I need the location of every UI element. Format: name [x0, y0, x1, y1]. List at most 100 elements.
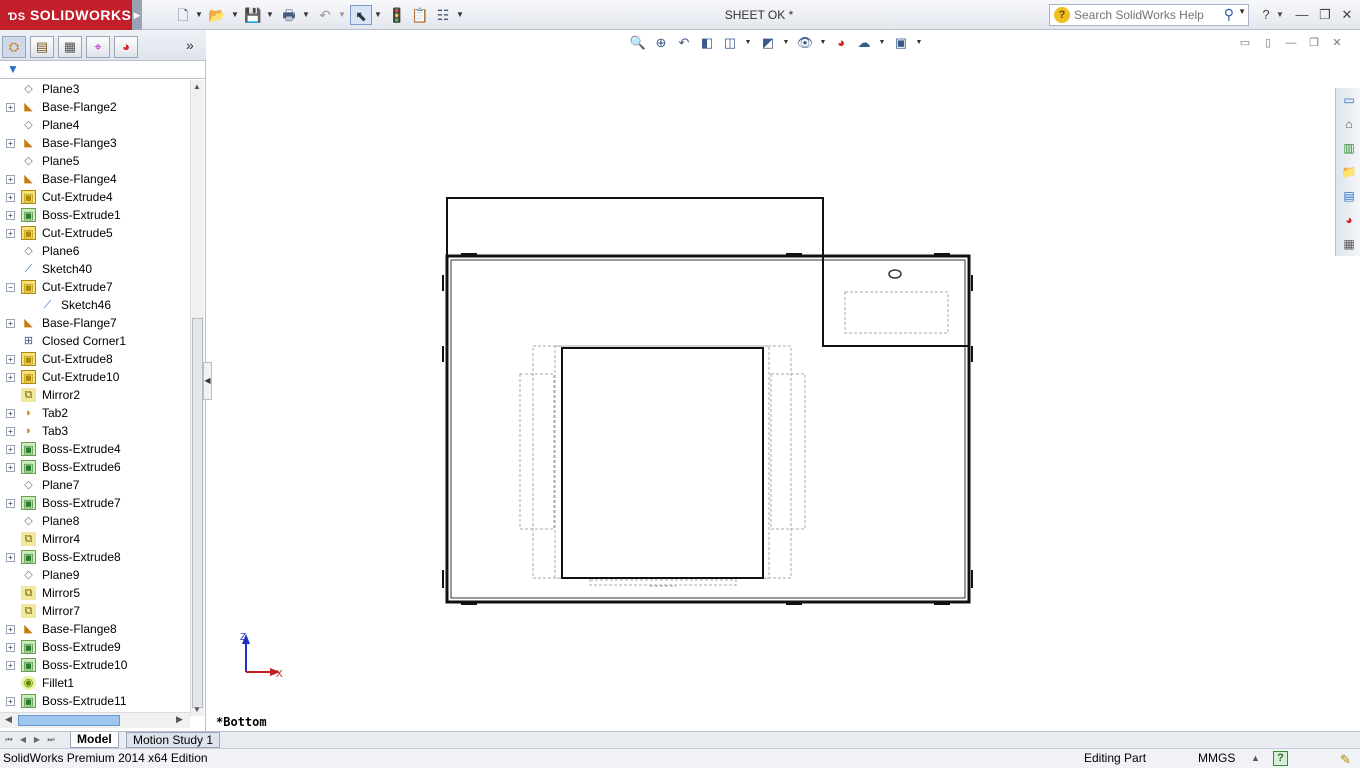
- tree-item[interactable]: + ▣ Cut-Extrude8: [0, 350, 190, 368]
- tree-item[interactable]: + ◗ Tab2: [0, 404, 190, 422]
- viewport-split-single-icon[interactable]: ▭: [1236, 35, 1254, 51]
- viewport-minimize-icon[interactable]: —: [1282, 35, 1300, 51]
- propertymanager-icon[interactable]: ▤: [30, 36, 54, 58]
- display-style-icon[interactable]: ◩: [758, 34, 778, 52]
- close-icon[interactable]: ✕: [1337, 5, 1357, 25]
- dimxpertmanager-icon[interactable]: ⌖: [86, 36, 110, 58]
- tab-motion-study[interactable]: Motion Study 1: [126, 732, 221, 748]
- filter-bar[interactable]: ▼: [0, 61, 206, 79]
- apply-scene-icon[interactable]: ☁: [854, 34, 874, 52]
- status-units[interactable]: MMGS: [1198, 749, 1235, 768]
- hide-show-dropdown-icon[interactable]: ▼: [819, 34, 827, 52]
- custom-properties-icon[interactable]: ◕: [1339, 210, 1359, 230]
- expand-icon[interactable]: +: [6, 643, 15, 652]
- more-tabs-icon[interactable]: »: [186, 37, 194, 53]
- tree-item[interactable]: ◇ Plane9: [0, 566, 190, 584]
- view-orientation-dropdown-icon[interactable]: ▼: [744, 34, 752, 52]
- scroll-right-arrow-icon[interactable]: ▶: [176, 714, 183, 725]
- viewport-restore-icon[interactable]: ❐: [1305, 35, 1323, 51]
- tree-item[interactable]: ⟋ Sketch40: [0, 260, 190, 278]
- configurationmanager-icon[interactable]: ▦: [58, 36, 82, 58]
- tree-item[interactable]: ◇ Plane6: [0, 242, 190, 260]
- tree-item[interactable]: ⧉ Mirror5: [0, 584, 190, 602]
- expand-icon[interactable]: +: [6, 553, 15, 562]
- expand-icon[interactable]: +: [6, 229, 15, 238]
- tree-item[interactable]: + ▣ Cut-Extrude4: [0, 188, 190, 206]
- view-orientation-icon[interactable]: ◫: [720, 34, 740, 52]
- horizontal-scrollbar[interactable]: ◀ ▶: [0, 712, 190, 728]
- tree-item[interactable]: + ◗ Tab3: [0, 422, 190, 440]
- tree-item[interactable]: ⊞ Closed Corner1: [0, 332, 190, 350]
- quick-tips-help-icon[interactable]: ?: [1273, 751, 1288, 766]
- expand-icon[interactable]: +: [6, 373, 15, 382]
- solidworks-resources-icon[interactable]: ▭: [1339, 90, 1359, 110]
- tree-item[interactable]: + ◣ Base-Flange7: [0, 314, 190, 332]
- edit-appearance-icon[interactable]: ◕: [831, 34, 851, 52]
- search-box[interactable]: ? ⚲ ▼: [1049, 4, 1249, 26]
- expand-icon[interactable]: +: [6, 211, 15, 220]
- viewport-close-icon[interactable]: ✕: [1328, 35, 1346, 51]
- scroll-up-arrow-icon[interactable]: ▲: [193, 82, 201, 91]
- expand-icon[interactable]: +: [6, 661, 15, 670]
- vertical-scroll-thumb[interactable]: [192, 318, 203, 708]
- scroll-down-arrow-icon[interactable]: ▼: [193, 705, 201, 714]
- tree-item[interactable]: + ▣ Boss-Extrude11: [0, 692, 190, 710]
- search-dropdown-arrow-icon[interactable]: ▼: [1238, 7, 1246, 16]
- filter-icon[interactable]: ▼: [7, 62, 19, 76]
- apply-scene-dropdown-icon[interactable]: ▼: [878, 34, 886, 52]
- zoom-to-area-icon[interactable]: ⊕: [651, 34, 671, 52]
- display-style-dropdown-icon[interactable]: ▼: [782, 34, 790, 52]
- expand-icon[interactable]: +: [6, 139, 15, 148]
- expand-icon[interactable]: +: [6, 427, 15, 436]
- scroll-left-arrow-icon[interactable]: ◀: [5, 714, 12, 725]
- section-view-icon[interactable]: ◧: [697, 34, 717, 52]
- minimize-icon[interactable]: —: [1292, 5, 1312, 25]
- tree-item[interactable]: + ▣ Boss-Extrude4: [0, 440, 190, 458]
- view-palette-icon[interactable]: 📁: [1339, 162, 1359, 182]
- tree-item[interactable]: + ◣ Base-Flange8: [0, 620, 190, 638]
- zoom-to-fit-icon[interactable]: 🔍: [628, 34, 648, 52]
- tree-item[interactable]: + ▣ Boss-Extrude1: [0, 206, 190, 224]
- tree-item[interactable]: ◉ Fillet1: [0, 674, 190, 692]
- horizontal-scroll-thumb[interactable]: [18, 715, 120, 726]
- expand-icon[interactable]: +: [6, 625, 15, 634]
- tree-item[interactable]: + ▣ Cut-Extrude5: [0, 224, 190, 242]
- expand-icon[interactable]: +: [6, 175, 15, 184]
- next-tab-arrow-icon[interactable]: ▶: [31, 734, 43, 746]
- prev-tab-arrow-icon[interactable]: ◀: [17, 734, 29, 746]
- hide-show-items-icon[interactable]: 👁: [795, 34, 815, 52]
- tree-item[interactable]: ◇ Plane8: [0, 512, 190, 530]
- displaymanager-icon[interactable]: ◕: [114, 36, 138, 58]
- tree-item[interactable]: + ▣ Boss-Extrude6: [0, 458, 190, 476]
- featuremanager-tree-icon[interactable]: ⛭: [2, 36, 26, 58]
- tree-item[interactable]: ◇ Plane4: [0, 116, 190, 134]
- tree-item[interactable]: ⧉ Mirror2: [0, 386, 190, 404]
- expand-icon[interactable]: +: [6, 193, 15, 202]
- tab-model[interactable]: Model: [70, 732, 119, 748]
- model-graphics-area[interactable]: [206, 60, 1334, 640]
- tree-item[interactable]: + ▣ Cut-Extrude10: [0, 368, 190, 386]
- rebuild-status-icon[interactable]: ✎: [1340, 750, 1351, 768]
- appearances-icon[interactable]: ▤: [1339, 186, 1359, 206]
- tree-item[interactable]: + ◣ Base-Flange2: [0, 98, 190, 116]
- tree-item[interactable]: + ▣ Boss-Extrude9: [0, 638, 190, 656]
- expand-icon[interactable]: +: [6, 319, 15, 328]
- expand-icon[interactable]: +: [6, 355, 15, 364]
- help-dropdown-arrow-icon[interactable]: ▼: [1274, 5, 1286, 25]
- file-explorer-icon[interactable]: ▥: [1339, 138, 1359, 158]
- view-settings-dropdown-icon[interactable]: ▼: [915, 34, 923, 52]
- restore-icon[interactable]: ❐: [1315, 5, 1335, 25]
- last-tab-arrow-icon[interactable]: ⏭: [45, 734, 57, 746]
- tree-item[interactable]: ⟋ Sketch46: [0, 296, 190, 314]
- design-library-icon[interactable]: ⌂: [1339, 114, 1359, 134]
- tree-item[interactable]: + ▣ Boss-Extrude10: [0, 656, 190, 674]
- search-input[interactable]: [1074, 7, 1224, 23]
- tree-item[interactable]: ⧉ Mirror7: [0, 602, 190, 620]
- vertical-scrollbar[interactable]: ▲ ▼: [190, 80, 204, 716]
- tree-item[interactable]: + ◣ Base-Flange4: [0, 170, 190, 188]
- units-menu-arrow-icon[interactable]: ▲: [1251, 749, 1260, 768]
- expand-icon[interactable]: +: [6, 463, 15, 472]
- tree-item[interactable]: ⧉ Mirror4: [0, 530, 190, 548]
- expand-icon[interactable]: +: [6, 103, 15, 112]
- tree-item[interactable]: + ▣ Boss-Extrude7: [0, 494, 190, 512]
